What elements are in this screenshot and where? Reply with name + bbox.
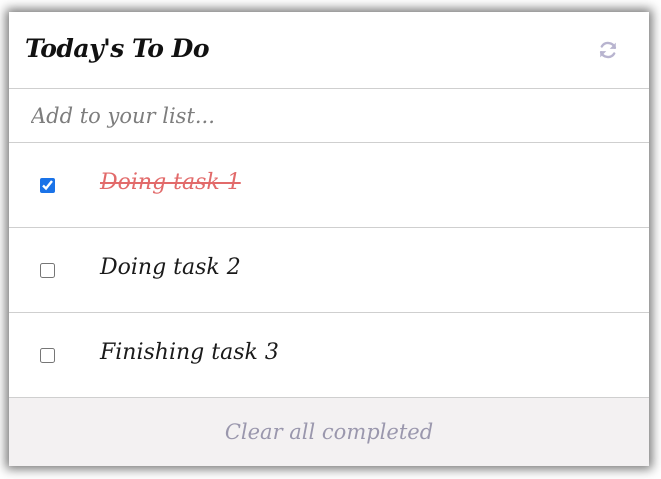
task-checkbox[interactable]: [40, 178, 55, 193]
card-footer: Clear all completed: [9, 398, 649, 466]
refresh-icon[interactable]: [597, 39, 619, 61]
task-item[interactable]: Doing task 2: [9, 228, 649, 313]
task-checkbox[interactable]: [40, 263, 55, 278]
task-label: Doing task 1: [100, 170, 241, 195]
page-title: Today's To Do: [25, 34, 210, 63]
add-task-row: [9, 89, 649, 143]
task-checkbox[interactable]: [40, 348, 55, 363]
clear-completed-button[interactable]: Clear all completed: [9, 398, 649, 466]
card-header: Today's To Do: [9, 12, 649, 89]
page: Today's To Do Doing task 1 Doing task 2: [0, 0, 661, 479]
task-label: Finishing task 3: [100, 340, 279, 365]
add-task-input[interactable]: [21, 97, 649, 135]
todo-card: Today's To Do Doing task 1 Doing task 2: [9, 12, 649, 466]
task-label: Doing task 2: [100, 255, 241, 280]
task-item[interactable]: Doing task 1: [9, 143, 649, 228]
task-item[interactable]: Finishing task 3: [9, 313, 649, 398]
